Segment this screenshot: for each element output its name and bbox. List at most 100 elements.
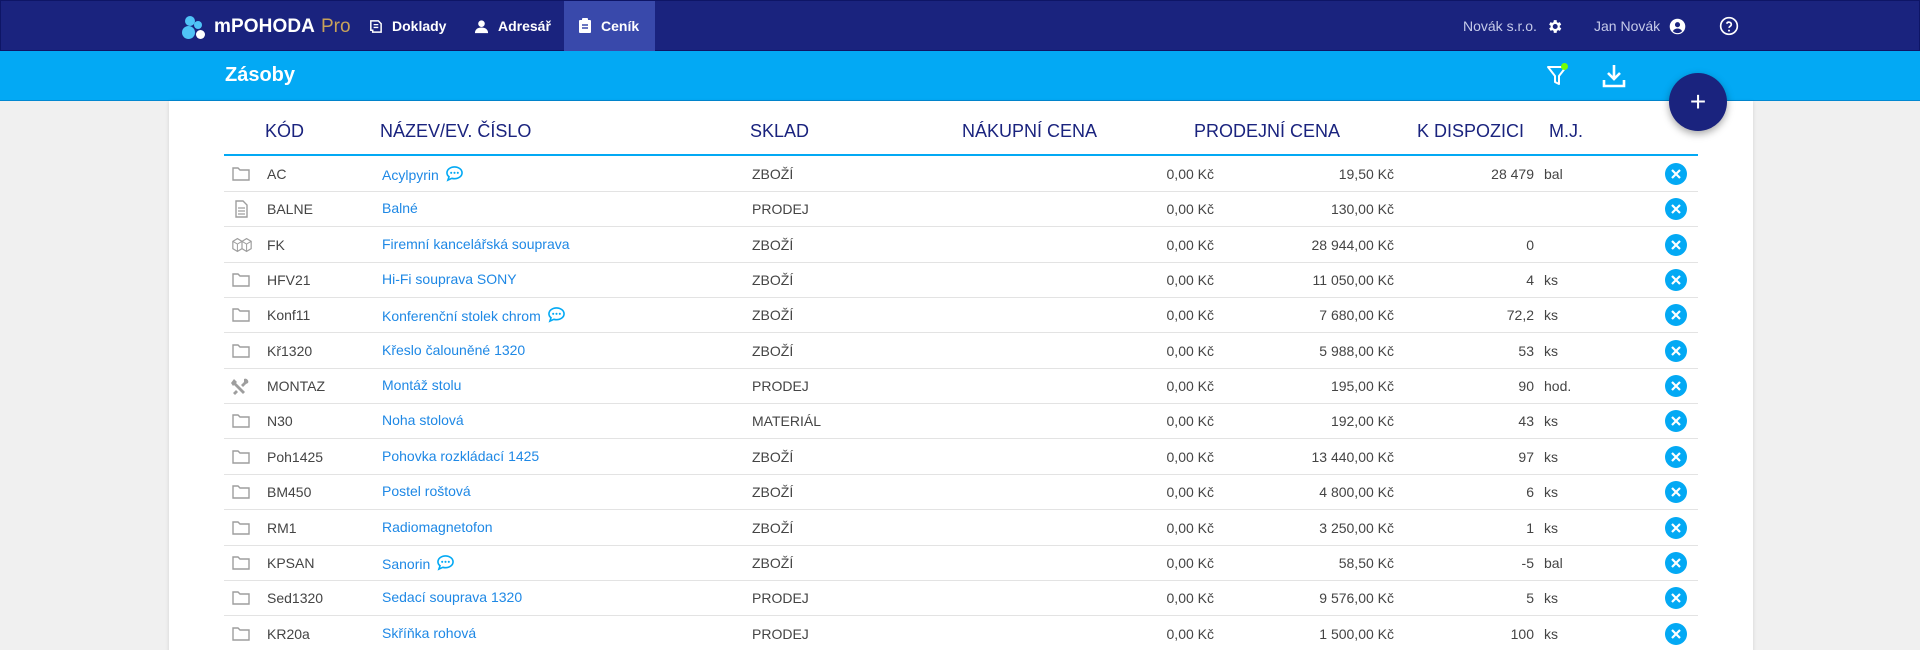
item-name-link[interactable]: Radiomagnetofon	[382, 519, 493, 535]
column-header-unit[interactable]: M.J.	[1549, 121, 1583, 142]
item-name-link[interactable]: Konferenční stolek chrom	[382, 306, 566, 326]
cell-sale-price: 19,50 Kč	[1338, 166, 1394, 182]
filter-button[interactable]	[1546, 63, 1568, 93]
remove-item-button[interactable]	[1665, 339, 1687, 362]
remove-item-button[interactable]	[1665, 410, 1687, 433]
cell-code: Poh1425	[267, 448, 324, 465]
remove-item-button[interactable]	[1665, 551, 1687, 574]
table-row[interactable]: N30 Noha stolová MATERIÁL 0,00 Kč 192,00 Kč 4…	[224, 404, 1698, 440]
cell-available: 1	[1526, 519, 1534, 536]
remove-item-button[interactable]	[1665, 516, 1687, 539]
table-row[interactable]: Sed1320 Sedací souprava 1320 PRODEJ 0,00 Kč…	[224, 581, 1698, 617]
comment-icon[interactable]	[445, 165, 464, 185]
comment-icon[interactable]	[547, 306, 566, 326]
item-name-link[interactable]: Noha stolová	[382, 412, 464, 428]
cell-purchase-price: 0,00 Kč	[1166, 236, 1214, 253]
nav-item-label: Adresář	[498, 18, 551, 34]
table-row[interactable]: AC Acylpyrin ZBOŽÍ 0,00 Kč 19,50 Kč 28 479 bal	[224, 157, 1698, 192]
column-header-code[interactable]: KÓD	[265, 121, 304, 142]
table-row[interactable]: Poh1425 Pohovka rozkládací 1425 ZBOŽÍ 0,00 …	[224, 440, 1698, 475]
table-row[interactable]: Konf11 Konferenční stolek chrom ZBOŽÍ 0,00 …	[224, 298, 1698, 334]
item-name-link[interactable]: Firemní kancelářská souprava	[382, 236, 570, 252]
remove-item-button[interactable]	[1665, 233, 1687, 256]
add-item-button[interactable]: +	[1669, 73, 1727, 131]
table-row[interactable]: BALNE Balné PRODEJ 0,00 Kč 130,00 Kč	[224, 192, 1698, 228]
remove-item-button[interactable]	[1665, 445, 1687, 468]
remove-item-button[interactable]	[1665, 375, 1687, 398]
cell-unit: ks	[1544, 590, 1558, 607]
column-header-warehouse[interactable]: SKLAD	[750, 121, 809, 142]
remove-item-button[interactable]	[1665, 481, 1687, 504]
cell-code: N30	[267, 413, 293, 430]
app-edition: Pro	[321, 16, 351, 37]
nav-item-adresar[interactable]: Adresář	[460, 1, 565, 51]
cell-sale-price: 7 680,00 Kč	[1319, 307, 1394, 324]
cell-available: 53	[1518, 342, 1534, 359]
remove-item-button[interactable]	[1665, 304, 1687, 327]
cell-sale-price: 4 800,00 Kč	[1319, 484, 1394, 501]
table-row[interactable]: KR20a Skříňka rohová PRODEJ 0,00 Kč 1 500,00…	[224, 617, 1698, 650]
cell-purchase-price: 0,00 Kč	[1166, 554, 1214, 571]
item-name-link[interactable]: Sedací souprava 1320	[382, 589, 522, 605]
table-header: KÓD NÁZEV/EV. ČÍSLO SKLAD NÁKUPNÍ CENA P…	[224, 111, 1698, 156]
table-row[interactable]: BM450 Postel roštová ZBOŽÍ 0,00 Kč 4 800,00 …	[224, 475, 1698, 511]
item-name: Radiomagnetofon	[382, 518, 493, 535]
remove-item-button[interactable]	[1665, 269, 1687, 292]
page-title: Zásoby	[225, 64, 296, 86]
nav-item-cenik[interactable]: Ceník	[564, 1, 655, 51]
cell-purchase-price: 0,00 Kč	[1166, 625, 1214, 642]
column-header-purchase-price[interactable]: NÁKUPNÍ CENA	[962, 121, 1097, 142]
item-name-link[interactable]: Hi-Fi souprava SONY	[382, 271, 517, 287]
item-name-link[interactable]: Pohovka rozkládací 1425	[382, 448, 539, 464]
help-icon	[1719, 16, 1739, 36]
item-name-link[interactable]: Skříňka rohová	[382, 625, 476, 641]
cell-warehouse: MATERIÁL	[752, 413, 821, 430]
cell-warehouse: PRODEJ	[752, 590, 809, 607]
cell-sale-price: 58,50 Kč	[1338, 554, 1394, 571]
app-logo[interactable]: mPOHODA Pro	[182, 15, 351, 39]
item-name-link[interactable]: Montáž stolu	[382, 377, 461, 393]
remove-item-button[interactable]	[1665, 622, 1687, 645]
item-name-link[interactable]: Postel roštová	[382, 483, 471, 499]
table-row[interactable]: RM1 Radiomagnetofon ZBOŽÍ 0,00 Kč 3 250,00 K…	[224, 511, 1698, 546]
comment-icon[interactable]	[436, 554, 455, 574]
column-header-available[interactable]: K DISPOZICI	[1417, 121, 1524, 142]
close-icon	[1665, 169, 1687, 188]
cell-sale-price: 13 440,00 Kč	[1311, 448, 1394, 465]
item-name-link[interactable]: Balné	[382, 200, 418, 216]
cell-code: KPSAN	[267, 554, 315, 571]
nav-item-doklady[interactable]: Doklady	[354, 1, 460, 51]
item-name-link[interactable]: Acylpyrin	[382, 165, 464, 185]
export-button[interactable]	[1602, 63, 1626, 94]
cell-unit: ks	[1544, 272, 1558, 289]
item-name: Firemní kancelářská souprava	[382, 235, 570, 252]
help-button[interactable]	[1719, 1, 1739, 51]
item-name-link[interactable]: Sanorin	[382, 554, 455, 574]
remove-item-button[interactable]	[1665, 163, 1687, 185]
cell-sale-price: 192,00 Kč	[1330, 413, 1394, 430]
cell-purchase-price: 0,00 Kč	[1166, 307, 1214, 324]
cell-available: -5	[1521, 554, 1534, 571]
company-selector[interactable]: Novák s.r.o.	[1463, 1, 1563, 51]
item-name: Balné	[382, 200, 418, 217]
table-row[interactable]: MONTAZ Montáž stolu PRODEJ 0,00 Kč 195,00 Kč…	[224, 369, 1698, 405]
item-name-link[interactable]: Křeslo čalouněné 1320	[382, 342, 525, 358]
table-row[interactable]: Kř1320 Křeslo čalouněné 1320 ZBOŽÍ 0,00 Kč 5…	[224, 334, 1698, 369]
cell-available: 90	[1518, 378, 1534, 395]
table-row[interactable]: HFV21 Hi-Fi souprava SONY ZBOŽÍ 0,00 Kč 11 0…	[224, 263, 1698, 299]
remove-item-button[interactable]	[1665, 587, 1687, 610]
cell-available: 100	[1510, 625, 1534, 642]
pricelist-icon	[579, 18, 591, 33]
cell-unit: ks	[1544, 413, 1558, 430]
table-row[interactable]: FK Firemní kancelářská souprava ZBOŽÍ 0,00 …	[224, 228, 1698, 263]
remove-item-button[interactable]	[1665, 198, 1687, 221]
column-header-name[interactable]: NÁZEV/EV. ČÍSLO	[380, 121, 531, 142]
folder-icon	[231, 448, 251, 466]
cell-purchase-price: 0,00 Kč	[1166, 378, 1214, 395]
cell-sale-price: 9 576,00 Kč	[1319, 590, 1394, 607]
app-logo-icon	[182, 15, 208, 39]
column-header-sale-price[interactable]: PRODEJNÍ CENA	[1194, 121, 1340, 142]
user-menu[interactable]: Jan Novák	[1594, 1, 1686, 51]
folder-icon	[231, 165, 251, 183]
table-row[interactable]: KPSAN Sanorin ZBOŽÍ 0,00 Kč 58,50 Kč -5 bal	[224, 546, 1698, 581]
